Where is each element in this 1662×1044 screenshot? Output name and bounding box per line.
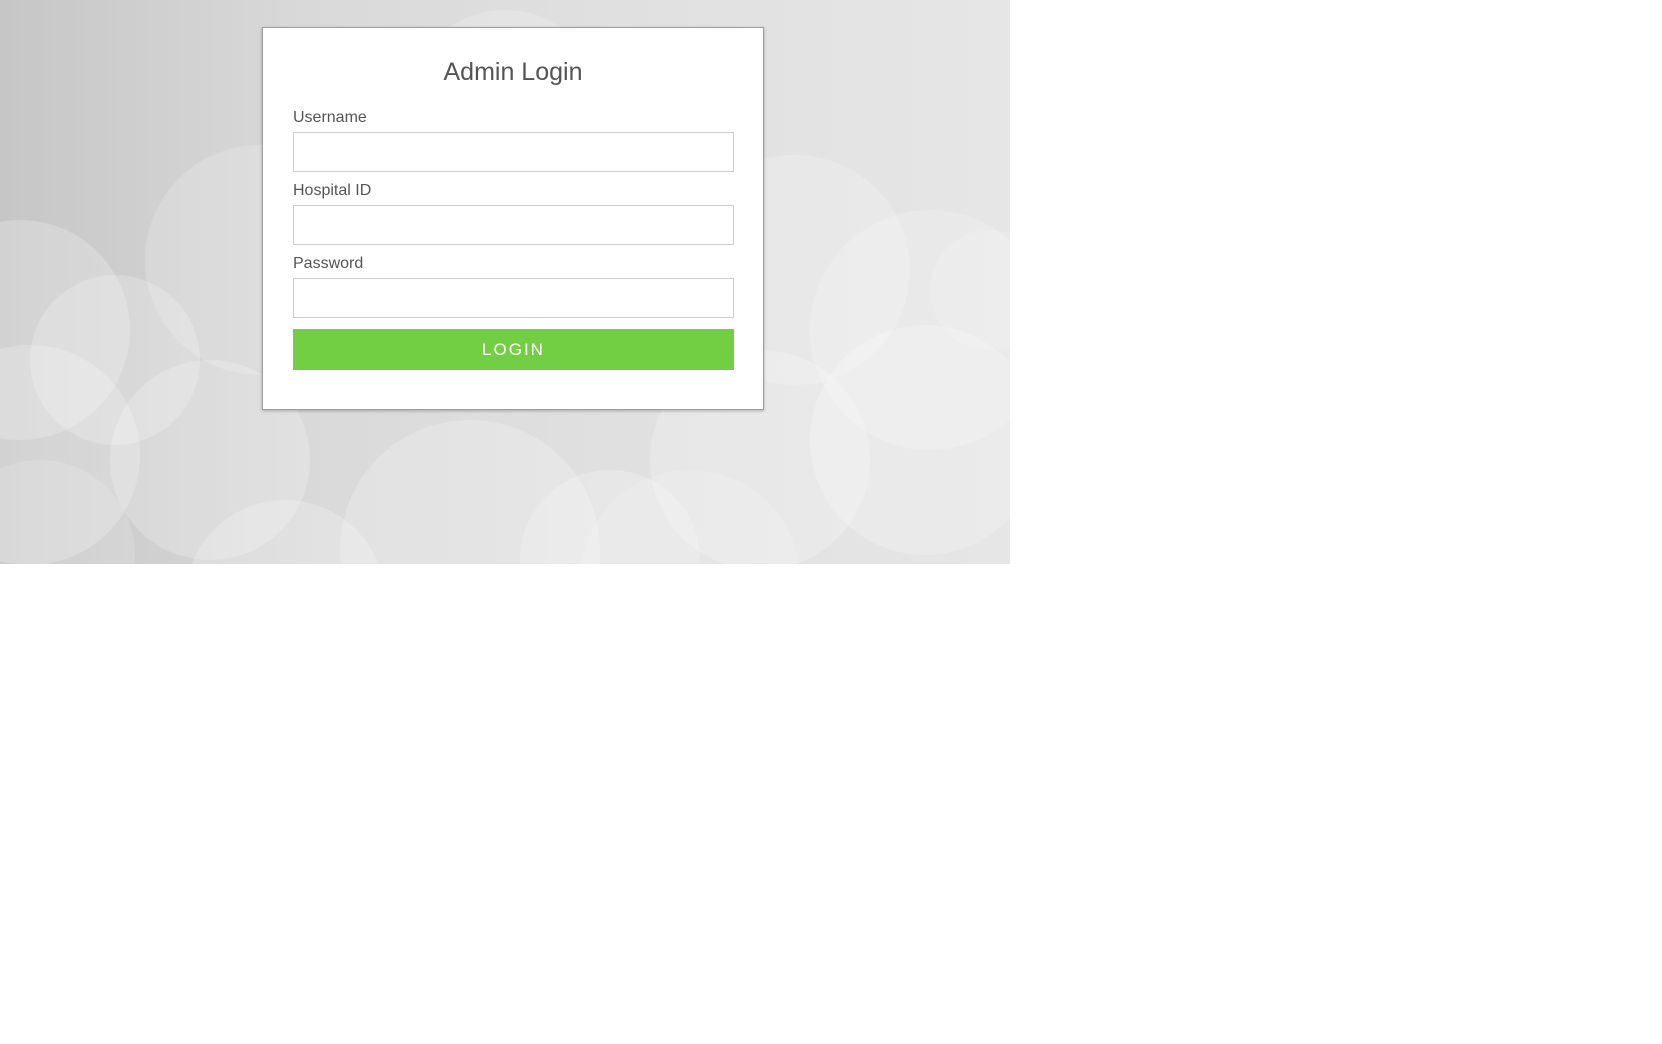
login-button[interactable]: LOGIN	[293, 329, 734, 370]
password-label: Password	[293, 255, 364, 272]
hospital-id-input[interactable]	[293, 205, 734, 245]
username-input[interactable]	[293, 132, 734, 172]
hospital-id-label: Hospital ID	[293, 182, 372, 199]
login-card: Admin Login Username Hospital ID Passwor…	[262, 27, 764, 410]
username-label: Username	[293, 109, 367, 126]
page-title: Admin Login	[443, 58, 583, 86]
password-input[interactable]	[293, 278, 734, 318]
